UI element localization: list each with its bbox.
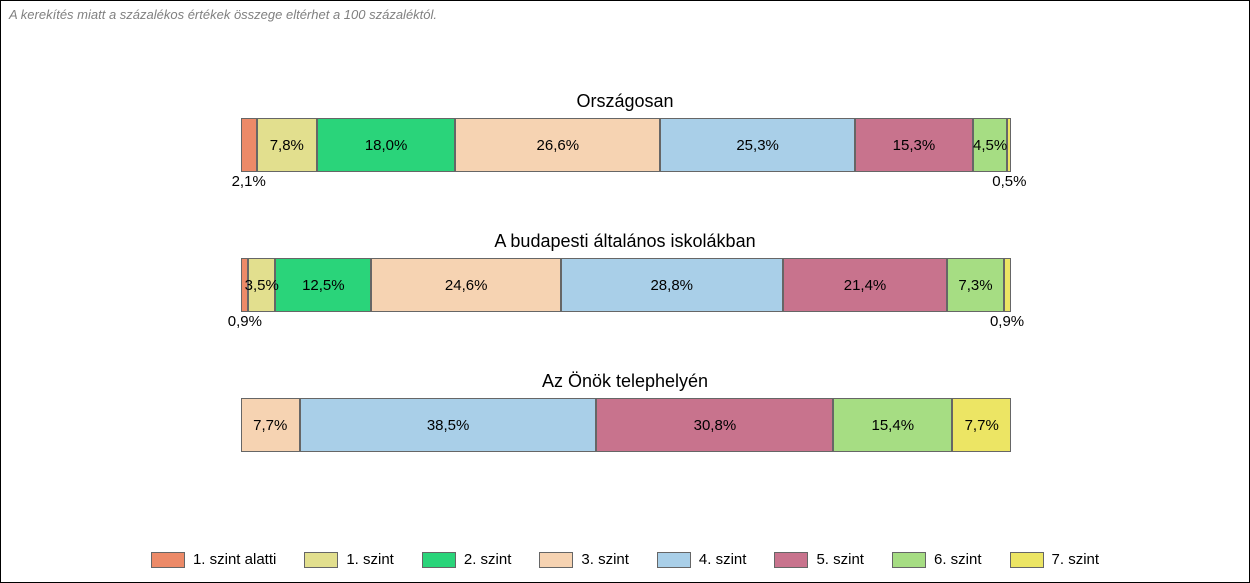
row-title: Országosan xyxy=(1,91,1249,112)
legend-swatch xyxy=(422,552,456,568)
segment-label: 7,8% xyxy=(270,137,304,154)
stacked-bar: 2,1% 7,8% 18,0% 26,6% 25,3% 15,3% 4,5%0,5% xyxy=(241,118,1012,172)
legend-item: 6. szint xyxy=(892,551,982,568)
segment-label: 2,1% xyxy=(232,173,266,190)
legend-label: 1. szint xyxy=(346,551,394,568)
chart-row: A budapesti általános iskolákban 0,9% 3,5%… xyxy=(1,231,1249,312)
bar-area: 7,7% 38,5% 30,8% 15,4% 7,7% xyxy=(1,398,1249,452)
segment-label: 15,4% xyxy=(872,417,915,434)
bar-segment: 15,4% xyxy=(833,398,952,452)
segment-label: 0,5% xyxy=(992,173,1026,190)
segment-label: 12,5% xyxy=(302,277,345,294)
segment-label: 15,3% xyxy=(893,137,936,154)
bar-segment: 15,3% xyxy=(855,118,973,172)
legend-item: 1. szint xyxy=(304,551,394,568)
bar-segment: 21,4% xyxy=(783,258,948,312)
segment-label: 25,3% xyxy=(736,137,779,154)
bar-segment: 12,5% xyxy=(275,258,371,312)
segment-label: 30,8% xyxy=(694,417,737,434)
segment-label: 28,8% xyxy=(650,277,693,294)
stacked-bar: 0,9%3,5%12,5%24,6%28,8%21,4%7,3%0,9% xyxy=(241,258,1010,312)
legend-item: 5. szint xyxy=(774,551,864,568)
segment-label: 18,0% xyxy=(365,137,408,154)
segment-label: 26,6% xyxy=(537,137,580,154)
segment-label: 3,5% xyxy=(245,277,279,294)
bar-segment: 0,5% xyxy=(1007,118,1011,172)
segment-label: 38,5% xyxy=(427,417,470,434)
legend-swatch xyxy=(151,552,185,568)
legend-item: 4. szint xyxy=(657,551,747,568)
legend-item: 2. szint xyxy=(422,551,512,568)
legend-label: 4. szint xyxy=(699,551,747,568)
legend-item: 1. szint alatti xyxy=(151,551,276,568)
legend-label: 3. szint xyxy=(581,551,629,568)
segment-label: 7,7% xyxy=(965,417,999,434)
legend-label: 5. szint xyxy=(816,551,864,568)
legend: 1. szint alatti 1. szint 2. szint 3. szint 4… xyxy=(1,551,1249,568)
footnote: A kerekítés miatt a százalékos értékek ö… xyxy=(9,7,437,22)
legend-swatch xyxy=(539,552,573,568)
bar-segment: 3,5% xyxy=(248,258,275,312)
bar-segment: 18,0% xyxy=(317,118,456,172)
bar-segment: 24,6% xyxy=(371,258,560,312)
row-title: A budapesti általános iskolákban xyxy=(1,231,1249,252)
legend-label: 2. szint xyxy=(464,551,512,568)
chart-row: Az Önök telephelyén7,7%38,5%30,8%15,4%7,… xyxy=(1,371,1249,452)
segment-label: 4,5% xyxy=(973,137,1007,154)
legend-swatch xyxy=(304,552,338,568)
bar-segment: 7,7% xyxy=(241,398,300,452)
bar-segment: 0,9% xyxy=(1004,258,1011,312)
legend-label: 7. szint xyxy=(1052,551,1100,568)
legend-swatch xyxy=(1010,552,1044,568)
chart-frame: A kerekítés miatt a százalékos értékek ö… xyxy=(0,0,1250,583)
legend-swatch xyxy=(892,552,926,568)
bar-segment: 26,6% xyxy=(455,118,660,172)
chart-row: Országosan 2,1% 7,8% 18,0% 26,6% 25,3% 15,3% 4,… xyxy=(1,91,1249,172)
bar-segment: 30,8% xyxy=(596,398,833,452)
segment-label: 0,9% xyxy=(990,313,1024,330)
bar-segment: 25,3% xyxy=(660,118,855,172)
segment-label: 21,4% xyxy=(844,277,887,294)
legend-item: 3. szint xyxy=(539,551,629,568)
bar-segment: 28,8% xyxy=(561,258,783,312)
legend-swatch xyxy=(774,552,808,568)
legend-label: 1. szint alatti xyxy=(193,551,276,568)
segment-label: 7,3% xyxy=(958,277,992,294)
row-title: Az Önök telephelyén xyxy=(1,371,1249,392)
bar-segment: 7,7% xyxy=(952,398,1011,452)
segment-label: 7,7% xyxy=(253,417,287,434)
bar-segment: 7,8% xyxy=(257,118,317,172)
bar-segment: 4,5% xyxy=(973,118,1008,172)
bar-segment: 7,3% xyxy=(947,258,1003,312)
bar-area: 0,9%3,5%12,5%24,6%28,8%21,4%7,3%0,9% xyxy=(1,258,1249,312)
legend-item: 7. szint xyxy=(1010,551,1100,568)
segment-label: 0,9% xyxy=(228,313,262,330)
legend-label: 6. szint xyxy=(934,551,982,568)
bar-segment: 38,5% xyxy=(300,398,596,452)
legend-swatch xyxy=(657,552,691,568)
bar-segment: 2,1% xyxy=(241,118,257,172)
stacked-bar: 7,7% 38,5% 30,8% 15,4% 7,7% xyxy=(241,398,1012,452)
segment-label: 24,6% xyxy=(445,277,488,294)
plot-area: Országosan 2,1% 7,8% 18,0% 26,6% 25,3% 15,3% 4,… xyxy=(1,61,1249,512)
bar-area: 2,1% 7,8% 18,0% 26,6% 25,3% 15,3% 4,5%0,5% xyxy=(1,118,1249,172)
